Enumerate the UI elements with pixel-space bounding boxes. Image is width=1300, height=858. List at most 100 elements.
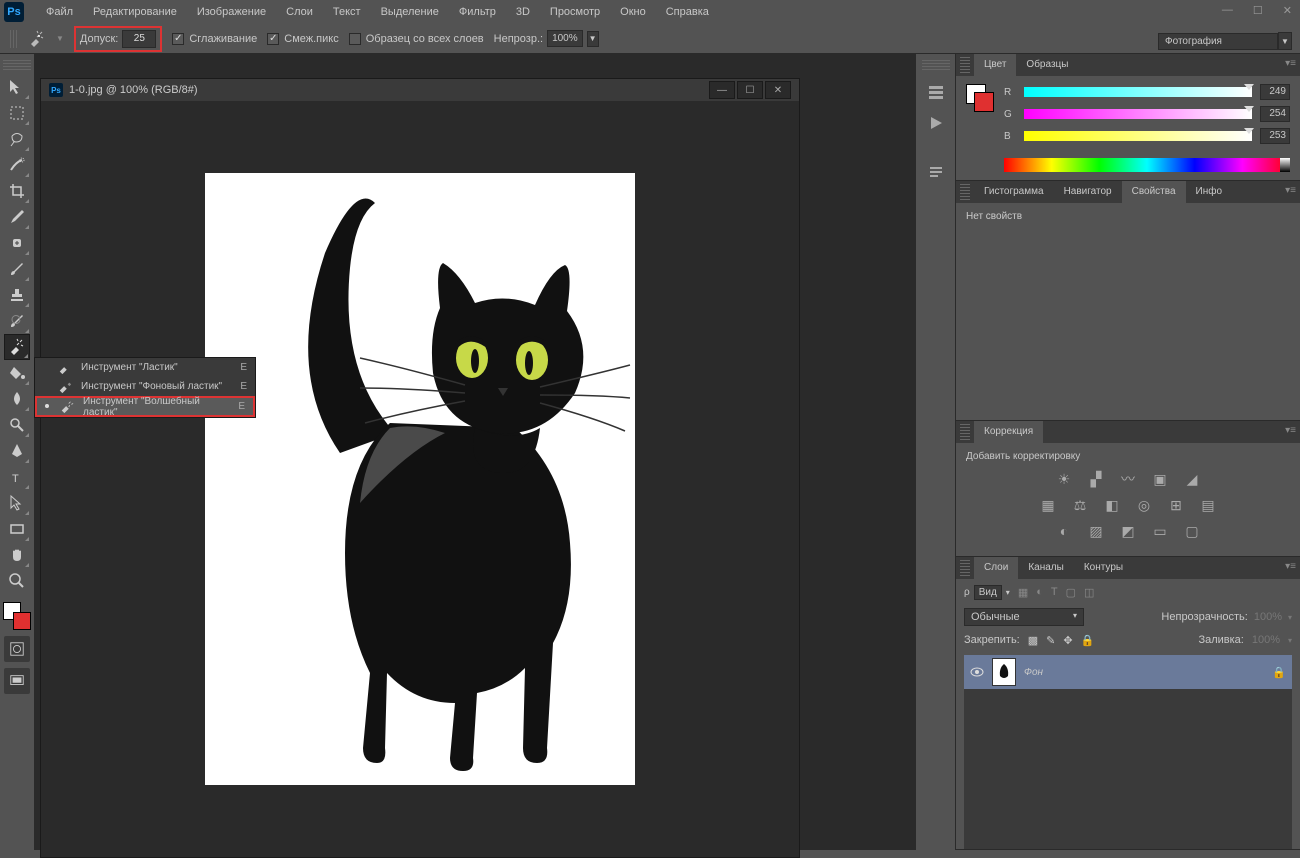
tab-paths[interactable]: Контуры (1074, 557, 1133, 579)
gradient-map-icon[interactable]: ▭ (1149, 522, 1171, 540)
menu-filter[interactable]: Фильтр (449, 0, 506, 24)
filter-smart-icon[interactable]: ◫ (1084, 586, 1094, 599)
blur-tool[interactable] (4, 386, 30, 412)
tab-layers[interactable]: Слои (974, 557, 1018, 579)
r-slider[interactable]: R249 (1004, 84, 1290, 100)
menu-text[interactable]: Текст (323, 0, 371, 24)
invert-icon[interactable]: ◐ (1053, 522, 1075, 540)
bw-icon[interactable]: ◧ (1101, 496, 1123, 514)
tab-info[interactable]: Инфо (1186, 181, 1233, 203)
minimize-icon[interactable]: — (1222, 4, 1233, 17)
layer-opacity-value[interactable]: 100% (1254, 611, 1282, 623)
menu-help[interactable]: Справка (656, 0, 719, 24)
opacity-field[interactable]: Непрозр.: 100% ▼ (494, 30, 599, 47)
mixer-icon[interactable]: ⊞ (1165, 496, 1187, 514)
fill-value[interactable]: 100% (1252, 634, 1280, 646)
menu-window[interactable]: Окно (610, 0, 656, 24)
tolerance-input[interactable] (122, 30, 156, 48)
move-tool[interactable] (4, 74, 30, 100)
photo-filter-icon[interactable]: ◎ (1133, 496, 1155, 514)
hue-icon[interactable]: ▦ (1037, 496, 1059, 514)
tab-adjustments[interactable]: Коррекция (974, 421, 1043, 443)
chevron-down-icon[interactable]: ▼ (56, 34, 64, 43)
dodge-tool[interactable] (4, 412, 30, 438)
screen-mode-icon[interactable] (4, 668, 30, 694)
history-panel-icon[interactable] (920, 80, 952, 106)
flyout-item-bg-eraser[interactable]: Инструмент "Фоновый ластик" E (35, 377, 255, 396)
tolerance-field[interactable]: Допуск: (74, 26, 162, 52)
threshold-icon[interactable]: ◩ (1117, 522, 1139, 540)
paragraph-panel-icon[interactable] (920, 160, 952, 186)
chevron-down-icon[interactable]: ▼ (587, 31, 599, 47)
workspace-selector[interactable]: Фотография ▼ (1158, 32, 1292, 50)
balance-icon[interactable]: ⚖ (1069, 496, 1091, 514)
tab-color[interactable]: Цвет (974, 54, 1016, 76)
lock-brush-icon[interactable]: ✎ (1046, 634, 1055, 647)
panel-menu-icon[interactable]: ▾≡ (1285, 425, 1296, 436)
hand-tool[interactable] (4, 542, 30, 568)
magic-eraser-icon[interactable] (28, 30, 46, 48)
menu-file[interactable]: Файл (36, 0, 83, 24)
shape-tool[interactable] (4, 516, 30, 542)
brightness-icon[interactable]: ☀ (1053, 470, 1075, 488)
antialias-checkbox[interactable]: Сглаживание (172, 33, 257, 45)
blend-mode-dropdown[interactable]: Обычные ▾ (964, 608, 1084, 626)
filter-adj-icon[interactable]: ◐ (1036, 586, 1043, 598)
filter-kind-dropdown[interactable]: ρВид▾ (964, 585, 1010, 600)
menu-view[interactable]: Просмотр (540, 0, 610, 24)
document-titlebar[interactable]: Ps 1-0.jpg @ 100% (RGB/8#) — ☐ ✕ (41, 79, 799, 101)
crop-tool[interactable] (4, 178, 30, 204)
levels-icon[interactable]: ▞ (1085, 470, 1107, 488)
tab-navigator[interactable]: Навигатор (1054, 181, 1122, 203)
maximize-icon[interactable]: ☐ (1253, 4, 1263, 17)
tab-histogram[interactable]: Гистограмма (974, 181, 1054, 203)
panel-menu-icon[interactable]: ▾≡ (1285, 58, 1296, 69)
quick-mask-icon[interactable] (4, 636, 30, 662)
layer-name[interactable]: Фон (1024, 667, 1264, 678)
text-tool[interactable]: T (4, 464, 30, 490)
visibility-icon[interactable] (970, 665, 984, 679)
exposure-icon[interactable]: ▣ (1149, 470, 1171, 488)
lock-pixels-icon[interactable]: ▩ (1028, 634, 1038, 647)
healing-tool[interactable] (4, 230, 30, 256)
tab-swatches[interactable]: Образцы (1016, 54, 1078, 76)
zoom-tool[interactable] (4, 568, 30, 594)
color-swatch[interactable] (3, 602, 31, 630)
vibrance-icon[interactable]: ◢ (1181, 470, 1203, 488)
color-swatch[interactable] (966, 84, 994, 112)
bucket-tool[interactable] (4, 360, 30, 386)
menu-select[interactable]: Выделение (371, 0, 449, 24)
pen-tool[interactable] (4, 438, 30, 464)
tab-channels[interactable]: Каналы (1018, 557, 1074, 579)
color-spectrum[interactable] (1004, 158, 1290, 172)
filter-shape-icon[interactable]: ▢ (1066, 586, 1076, 599)
panel-menu-icon[interactable]: ▾≡ (1285, 561, 1296, 572)
layer-thumbnail[interactable] (992, 658, 1016, 686)
menu-layers[interactable]: Слои (276, 0, 323, 24)
lookup-icon[interactable]: ▤ (1197, 496, 1219, 514)
all-layers-checkbox[interactable]: Образец со всех слоев (349, 33, 484, 45)
actions-panel-icon[interactable] (920, 110, 952, 136)
history-brush-tool[interactable] (4, 308, 30, 334)
path-select-tool[interactable] (4, 490, 30, 516)
quick-select-tool[interactable] (4, 152, 30, 178)
brush-tool[interactable] (4, 256, 30, 282)
b-slider[interactable]: B253 (1004, 128, 1290, 144)
eraser-tool[interactable] (4, 334, 30, 360)
filter-text-icon[interactable]: T (1051, 586, 1058, 598)
stamp-tool[interactable] (4, 282, 30, 308)
posterize-icon[interactable]: ▨ (1085, 522, 1107, 540)
selective-icon[interactable]: ▢ (1181, 522, 1203, 540)
g-slider[interactable]: G254 (1004, 106, 1290, 122)
doc-close-icon[interactable]: ✕ (765, 81, 791, 99)
opacity-value[interactable]: 100% (547, 30, 583, 47)
marquee-tool[interactable] (4, 100, 30, 126)
flyout-item-eraser[interactable]: Инструмент "Ластик" E (35, 358, 255, 377)
lock-move-icon[interactable]: ✥ (1063, 634, 1072, 647)
document-body[interactable] (41, 101, 799, 857)
lock-all-icon[interactable]: 🔒 (1081, 634, 1095, 647)
doc-minimize-icon[interactable]: — (709, 81, 735, 99)
lasso-tool[interactable] (4, 126, 30, 152)
menu-edit[interactable]: Редактирование (83, 0, 187, 24)
panel-menu-icon[interactable]: ▾≡ (1285, 185, 1296, 196)
